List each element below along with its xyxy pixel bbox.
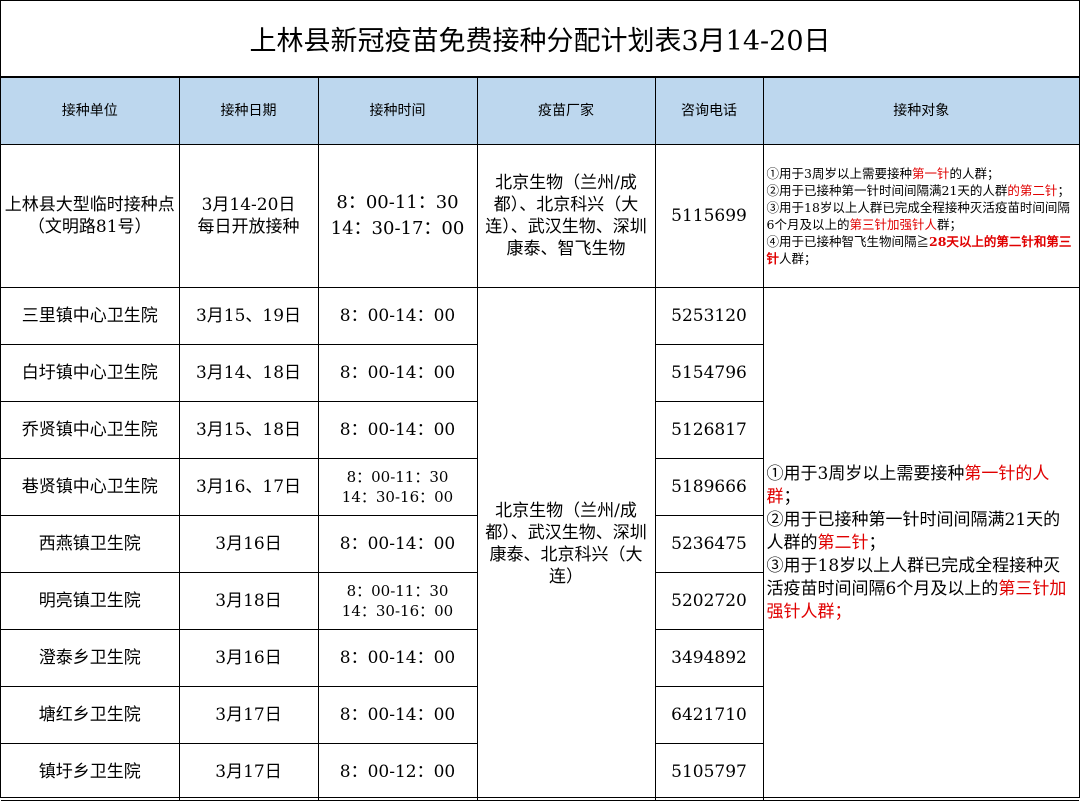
vaccination-schedule-sheet: 上林县新冠疫苗免费接种分配计划表3月14-20日 接种单位 接种日期 接种时间 … [0,0,1080,801]
table-row: 三里镇中心卫生院 3月15、19日 8：00-14：00 北京生物（兰州/成都）… [1,287,1079,801]
unit-cell: 白圩镇中心卫生院 [1,344,180,402]
header-phone: 咨询电话 [654,77,764,145]
time-cell: 8：00-14：00 [317,515,478,573]
phone-cell: 5115699 [654,144,764,288]
phone-cell: 5154796 [654,344,763,402]
target-item: ③用于18岁以上人群已完成全程接种灭活疫苗时间间隔6个月及以上的第三针加强针人群… [766,200,1070,232]
time-slot: 8：00-11：30 [346,582,449,600]
time-slot: 14：30-16：00 [341,488,454,506]
time-cell: 8：00-12：00 [317,743,478,801]
header-date: 接种日期 [178,77,319,145]
date-cell: 3月15、19日 [178,287,319,345]
date-cell: 3月16日 [178,629,319,687]
page-title: 上林县新冠疫苗免费接种分配计划表3月14-20日 [1,1,1079,77]
unit-cell: 明亮镇卫生院 [1,572,180,630]
target-item: ③用于18岁以上人群已完成全程接种灭活疫苗时间间隔6个月及以上的第三针加强针人群… [766,556,1067,622]
time-cell: 8：00-11：30 14：30-16：00 [317,572,478,630]
unit-cell: 西燕镇卫生院 [1,515,180,573]
time-slot: 14：30-17：00 [330,218,465,239]
date-cell: 3月16日 [178,515,319,573]
time-slot: 8：00-11：30 [336,192,459,213]
unit-cell: 三里镇中心卫生院 [1,287,180,345]
date-note: 每日开放接种 [197,217,300,237]
time-cell: 8：00-14：00 [317,344,478,402]
target-cell-group: ①用于3周岁以上需要接种第一针的人群； ②用于已接种第一针时间间隔满21天的人群… [762,287,1079,801]
time-cell: 8：00-14：00 [317,629,478,687]
date-range: 3月14-20日 [201,195,296,215]
vendor-cell-group: 北京生物（兰州/成都）、武汉生物、深圳康泰、北京科兴（大连） [476,287,656,801]
phone-cell: 5126817 [654,401,763,459]
target-item: ②用于已接种第一针时间间隔满21天的人群的第二针； [766,183,1070,198]
header-unit: 接种单位 [1,77,180,145]
schedule-table: 接种单位 接种日期 接种时间 疫苗厂家 咨询电话 接种对象 上林县大型临时接种点… [1,77,1079,801]
target-item: ①用于3周岁以上需要接种第一针的人群； [766,464,1050,507]
target-item: ④用于已接种智飞生物间隔≧28天以上的第二针和第三针人群； [766,234,1072,266]
unit-cell: 巷贤镇中心卫生院 [1,458,180,516]
unit-name: 上林县大型临时接种点 [4,195,175,215]
header-target: 接种对象 [762,77,1079,145]
header-vendor: 疫苗厂家 [476,77,656,145]
phone-cell: 3494892 [654,629,763,687]
date-cell: 3月16、17日 [178,458,319,516]
header-time: 接种时间 [317,77,478,145]
time-cell: 8：00-14：00 [317,287,478,345]
phone-cell: 5105797 [654,743,763,801]
unit-cell: 塘红乡卫生院 [1,686,180,744]
time-cell: 8：00-11：30 14：30-17：00 [317,144,478,288]
date-cell: 3月18日 [178,572,319,630]
date-cell: 3月15、18日 [178,401,319,459]
header-row: 接种单位 接种日期 接种时间 疫苗厂家 咨询电话 接种对象 [1,77,1079,145]
time-slot: 14：30-16：00 [341,602,454,620]
phone-cell: 5189666 [654,458,763,516]
date-cell: 3月17日 [178,686,319,744]
target-item: ②用于已接种第一针时间间隔满21天的人群的第二针； [766,510,1061,553]
unit-cell: 澄泰乡卫生院 [1,629,180,687]
time-cell: 8：00-14：00 [317,686,478,744]
time-cell: 8：00-14：00 [317,401,478,459]
date-cell: 3月14-20日 每日开放接种 [178,144,319,288]
date-cell: 3月17日 [178,743,319,801]
phone-cell: 5253120 [654,287,764,345]
unit-address: （文明路81号） [27,217,152,237]
unit-cell: 镇圩乡卫生院 [1,743,180,801]
phone-cell: 6421710 [654,686,763,744]
phone-cell: 5236475 [654,515,763,573]
target-cell: ①用于3周岁以上需要接种第一针的人群； ②用于已接种第一针时间间隔满21天的人群… [762,144,1079,288]
unit-cell: 乔贤镇中心卫生院 [1,401,180,459]
vendor-cell: 北京生物（兰州/成都）、北京科兴（大连）、武汉生物、深圳康泰、智飞生物 [476,144,656,288]
unit-cell: 上林县大型临时接种点 （文明路81号） [1,144,180,288]
time-slot: 8：00-11：30 [346,468,449,486]
date-cell: 3月14、18日 [178,344,319,402]
phone-cell: 5202720 [654,572,763,630]
target-item: ①用于3周岁以上需要接种第一针的人群； [766,166,1000,181]
time-cell: 8：00-11：30 14：30-16：00 [317,458,478,516]
table-row: 上林县大型临时接种点 （文明路81号） 3月14-20日 每日开放接种 8：00… [1,144,1079,288]
